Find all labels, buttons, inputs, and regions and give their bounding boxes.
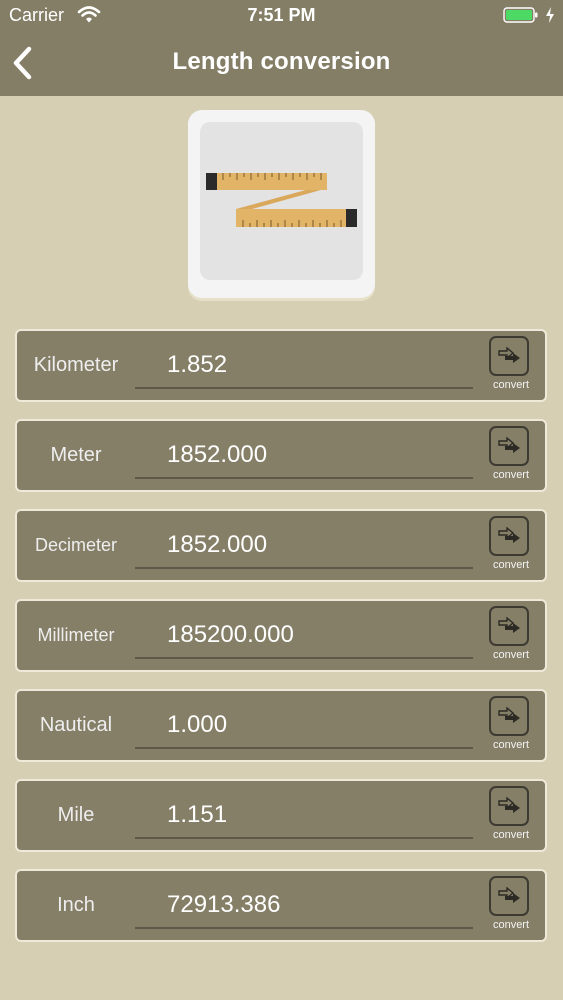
app-icon-tile <box>188 110 375 298</box>
unit-label-inch: Inch <box>57 894 95 916</box>
conversion-row-mile: Mile convert <box>15 779 547 852</box>
convert-icon-box[interactable] <box>489 876 529 916</box>
convert-arrow-icon <box>498 347 520 363</box>
convert-button-meter[interactable]: convert <box>487 426 535 486</box>
conversion-row-inch: Inch convert <box>15 869 547 942</box>
conversion-row-millimeter: Millimeter convert <box>15 599 547 672</box>
convert-label: convert <box>492 469 530 481</box>
input-underline <box>135 567 473 569</box>
top-bar: Carrier 7:51 PM Length conversion <box>0 0 563 96</box>
millimeter-input[interactable] <box>152 618 467 652</box>
input-underline <box>135 747 473 749</box>
unit-label-mile: Mile <box>57 804 95 826</box>
folding-ruler-icon <box>206 173 357 227</box>
convert-arrow-icon <box>498 437 520 453</box>
meter-input[interactable] <box>152 438 467 472</box>
conversion-row-kilometer: Kilometer convert <box>15 329 547 402</box>
convert-button-inch[interactable]: convert <box>487 876 535 936</box>
unit-label-kilometer: Kilometer <box>33 354 119 376</box>
convert-arrow-icon <box>498 707 520 723</box>
clock-time: 7:51 PM <box>247 5 316 25</box>
convert-icon-box[interactable] <box>489 606 529 646</box>
convert-button-nautical[interactable]: convert <box>487 696 535 756</box>
page-title: Length conversion <box>172 48 391 75</box>
conversion-row-meter: Meter convert <box>15 419 547 492</box>
unit-label-meter: Meter <box>50 444 102 466</box>
kilometer-input[interactable] <box>152 348 467 382</box>
convert-arrow-icon <box>498 527 520 543</box>
convert-label: convert <box>492 559 530 571</box>
input-underline <box>135 927 473 929</box>
convert-button-decimeter[interactable]: convert <box>487 516 535 576</box>
inch-input[interactable] <box>152 888 467 922</box>
charging-bolt-icon <box>546 7 554 23</box>
decimeter-input[interactable] <box>152 528 467 562</box>
convert-icon-box[interactable] <box>489 426 529 466</box>
convert-label: convert <box>492 649 530 661</box>
unit-label-decimeter: Decimeter <box>34 535 118 555</box>
mile-input[interactable] <box>152 798 467 832</box>
input-underline <box>135 837 473 839</box>
convert-arrow-icon <box>498 887 520 903</box>
conversion-row-nautical: Nautical convert <box>15 689 547 762</box>
convert-button-kilometer[interactable]: convert <box>487 336 535 396</box>
convert-label: convert <box>492 919 530 931</box>
battery-icon <box>503 7 538 23</box>
convert-icon-box[interactable] <box>489 336 529 376</box>
convert-icon-box[interactable] <box>489 696 529 736</box>
convert-arrow-icon <box>498 617 520 633</box>
input-underline <box>135 477 473 479</box>
input-underline <box>135 387 473 389</box>
status-bar: Carrier 7:51 PM <box>0 0 563 32</box>
input-underline <box>135 657 473 659</box>
convert-label: convert <box>492 379 530 391</box>
conversion-row-decimeter: Decimeter convert <box>15 509 547 582</box>
convert-button-mile[interactable]: convert <box>487 786 535 846</box>
convert-icon-box[interactable] <box>489 786 529 826</box>
convert-label: convert <box>492 829 530 841</box>
nautical-input[interactable] <box>152 708 467 742</box>
convert-arrow-icon <box>498 797 520 813</box>
unit-label-millimeter: Millimeter <box>37 625 115 645</box>
convert-icon-box[interactable] <box>489 516 529 556</box>
unit-label-nautical: Nautical <box>39 714 113 736</box>
convert-button-millimeter[interactable]: convert <box>487 606 535 666</box>
convert-label: convert <box>492 739 530 751</box>
